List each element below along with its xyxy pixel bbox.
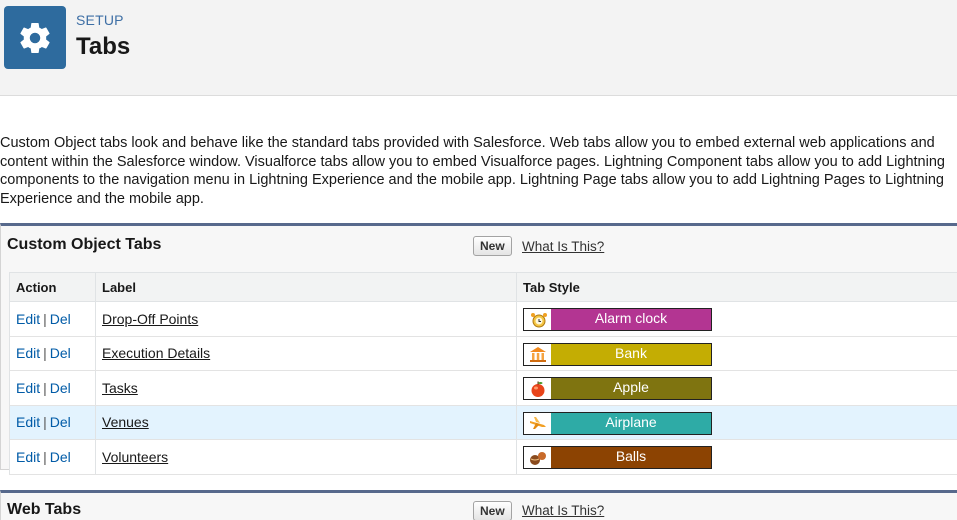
tab-style-name: Bank	[551, 344, 711, 365]
tab-style-name: Alarm clock	[551, 309, 711, 330]
tab-style-name: Balls	[551, 447, 711, 468]
tab-style-cell: Apple	[517, 371, 957, 406]
tab-style-cell: Bank	[517, 336, 957, 371]
edit-link[interactable]: Edit	[16, 345, 40, 361]
delete-link[interactable]: Del	[50, 345, 71, 361]
action-cell: Edit|Del	[10, 336, 96, 371]
custom-object-tabs-panel: Custom Object Tabs New What Is This? Act…	[0, 223, 957, 470]
what-is-this-link[interactable]: What Is This?	[522, 503, 604, 518]
tab-style-cell: Alarm clock	[517, 302, 957, 337]
action-cell: Edit|Del	[10, 371, 96, 406]
tab-label-link[interactable]: Venues	[102, 414, 149, 430]
panel-title: Web Tabs	[7, 501, 81, 519]
label-cell: Tasks	[96, 371, 517, 406]
tab-style-name: Airplane	[551, 413, 711, 434]
page-title: Tabs	[76, 33, 130, 61]
page-header: SETUP Tabs	[0, 0, 957, 96]
tab-style-swatch: Airplane	[523, 412, 712, 435]
tab-style-cell: Balls	[517, 440, 957, 475]
panel-title: Custom Object Tabs	[7, 236, 161, 254]
label-cell: Execution Details	[96, 336, 517, 371]
tab-style-swatch: Apple	[523, 377, 712, 400]
separator: |	[40, 345, 50, 361]
column-header-tab-style[interactable]: Tab Style	[517, 273, 957, 302]
edit-link[interactable]: Edit	[16, 380, 40, 396]
column-header-action[interactable]: Action	[10, 273, 96, 302]
new-button[interactable]: New	[473, 236, 512, 256]
column-header-label[interactable]: Label	[96, 273, 517, 302]
action-cell: Edit|Del	[10, 405, 96, 440]
tab-label-link[interactable]: Volunteers	[102, 449, 168, 465]
tab-label-link[interactable]: Tasks	[102, 380, 138, 396]
edit-link[interactable]: Edit	[16, 311, 40, 327]
action-cell: Edit|Del	[10, 440, 96, 475]
airplane-icon	[524, 413, 551, 434]
table-row: Edit|Del Drop-Off Points Alarm clock	[10, 302, 957, 337]
what-is-this-link[interactable]: What Is This?	[522, 239, 604, 254]
table-row: Edit|Del Volunteers Balls	[10, 440, 957, 475]
delete-link[interactable]: Del	[50, 311, 71, 327]
tab-style-swatch: Bank	[523, 343, 712, 366]
delete-link[interactable]: Del	[50, 449, 71, 465]
gear-icon	[4, 6, 66, 69]
new-button[interactable]: New	[473, 501, 512, 520]
bank-icon	[524, 344, 551, 365]
breadcrumb[interactable]: SETUP	[76, 12, 124, 28]
decorative-banner	[0, 95, 957, 110]
tab-label-link[interactable]: Drop-Off Points	[102, 311, 198, 327]
edit-link[interactable]: Edit	[16, 449, 40, 465]
apple-icon	[524, 378, 551, 399]
label-cell: Volunteers	[96, 440, 517, 475]
tab-style-swatch: Balls	[523, 446, 712, 469]
custom-object-tabs-table: Action Label Tab Style Edit|DelDrop-Off …	[9, 272, 957, 475]
delete-link[interactable]: Del	[50, 380, 71, 396]
label-cell: Venues	[96, 405, 517, 440]
delete-link[interactable]: Del	[50, 414, 71, 430]
alarm-clock-icon	[524, 309, 551, 330]
page-description: Custom Object tabs look and behave like …	[0, 134, 957, 208]
tab-label-link[interactable]: Execution Details	[102, 345, 210, 361]
table-row: Edit|Del Tasks Apple	[10, 371, 957, 406]
table-row: Edit|Del Execution Details Bank	[10, 336, 957, 371]
table-row: Edit|Del Venues Airplane	[10, 405, 957, 440]
separator: |	[40, 414, 50, 430]
edit-link[interactable]: Edit	[16, 414, 40, 430]
action-cell: Edit|Del	[10, 302, 96, 337]
tab-style-name: Apple	[551, 378, 711, 399]
tab-style-swatch: Alarm clock	[523, 308, 712, 331]
tab-style-cell: Airplane	[517, 405, 957, 440]
separator: |	[40, 380, 50, 396]
web-tabs-panel: Web Tabs New What Is This?	[0, 490, 957, 520]
label-cell: Drop-Off Points	[96, 302, 517, 337]
separator: |	[40, 449, 50, 465]
separator: |	[40, 311, 50, 327]
balls-icon	[524, 447, 551, 468]
